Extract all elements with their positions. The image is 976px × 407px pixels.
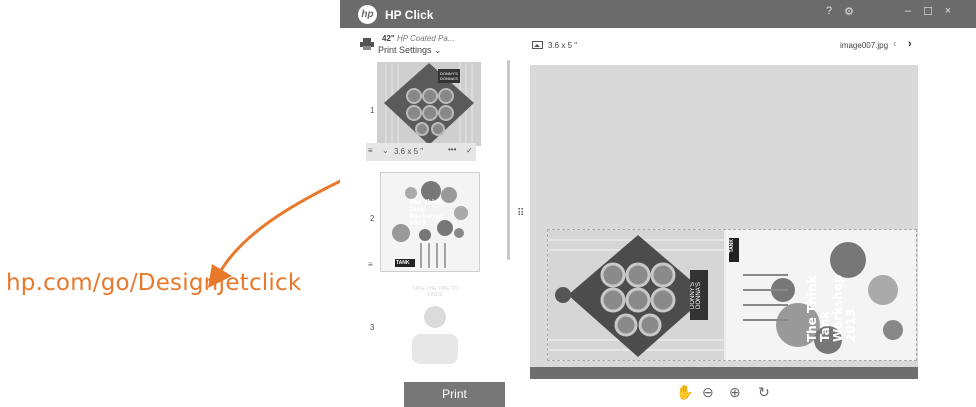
layout-icon[interactable]: ≡	[368, 260, 373, 269]
help-button[interactable]: ?	[821, 5, 837, 17]
print-settings-label: Print Settings	[378, 45, 432, 55]
thumbnail-2[interactable]: The Think Tank Workshop 2013 TANK	[380, 172, 480, 272]
thumbnail-scrollbar[interactable]	[507, 60, 510, 260]
zoom-in-icon[interactable]: ⊕	[729, 384, 741, 401]
thumbnail-size: 3.6 x 5 "	[394, 147, 424, 156]
maximize-button[interactable]: ☐	[920, 5, 936, 18]
minimize-button[interactable]: –	[900, 5, 916, 17]
chevron-down-icon: ⌄	[434, 45, 442, 55]
printer-paper: HP Coated Pa...	[396, 34, 455, 43]
preview-right-title: The Think Tank Workshop 2013	[805, 274, 858, 342]
thumbnail-number: 2	[370, 214, 375, 223]
hp-click-window: hp HP Click ? ⚙ – ☐ × 42" HP Coated Pa..…	[340, 0, 976, 407]
thumbnail-toolbar: ≡ ⌄ 3.6 x 5 " ••• ✓	[366, 143, 476, 161]
preview-right-badge: TANK	[729, 239, 735, 253]
more-icon[interactable]: •••	[448, 145, 456, 154]
print-settings-dropdown[interactable]: Print Settings ⌄	[378, 45, 442, 56]
drag-handle-icon[interactable]: ⠿	[517, 208, 524, 219]
pan-tool-icon[interactable]: ✋	[676, 384, 693, 401]
image-icon	[532, 41, 543, 49]
next-image-button[interactable]: ›	[908, 38, 912, 50]
paper-preview: DONNY'S DONNA'S The Think Tank Workshop …	[547, 229, 917, 361]
rotate-icon[interactable]: ↻	[758, 384, 770, 401]
hp-logo-icon: hp	[358, 5, 377, 24]
thumbnail-title: TAKE THE TIME TO FINDS	[412, 286, 458, 298]
check-icon[interactable]: ✓	[466, 146, 473, 155]
preview-size-label: 3.6 x 5 "	[548, 41, 578, 50]
thumbnail-badge: TANK	[396, 260, 410, 266]
settings-button[interactable]: ⚙	[841, 5, 857, 18]
print-button[interactable]: Print	[404, 382, 505, 407]
canvas-bottom-bar	[530, 367, 918, 379]
printer-info: 42" HP Coated Pa...	[382, 34, 454, 43]
preview-left-title: DONNY'S DONNA'S	[690, 282, 702, 310]
thumbnail-3[interactable]: TAKE THE TIME TO FINDS	[392, 282, 478, 374]
thumbnail-title: The Think Tank Workshop 2013	[409, 199, 443, 227]
thumbnail-graphic	[424, 306, 446, 328]
previous-image-button[interactable]: ‹	[893, 38, 897, 50]
chevron-down-icon[interactable]: ⌄	[382, 146, 389, 155]
filename-label: image007.jpg	[840, 41, 889, 50]
printer-size: 42"	[382, 34, 395, 43]
thumbnail-1[interactable]: DONNY'S DONNA'S	[377, 62, 481, 146]
thumbnail-graphic	[412, 334, 458, 364]
layout-icon[interactable]: ≡	[368, 146, 373, 155]
zoom-out-icon[interactable]: ⊖	[702, 384, 714, 401]
app-title: HP Click	[385, 8, 434, 22]
thumbnail-number: 1	[370, 106, 375, 115]
donuts-image	[378, 63, 480, 145]
thumbnail-title: DONNY'S DONNA'S	[440, 71, 458, 81]
thumbnail-number: 3	[370, 323, 375, 332]
title-bar: hp HP Click ? ⚙ – ☐ ×	[340, 0, 976, 28]
close-button[interactable]: ×	[940, 5, 956, 17]
printer-icon	[360, 38, 374, 50]
